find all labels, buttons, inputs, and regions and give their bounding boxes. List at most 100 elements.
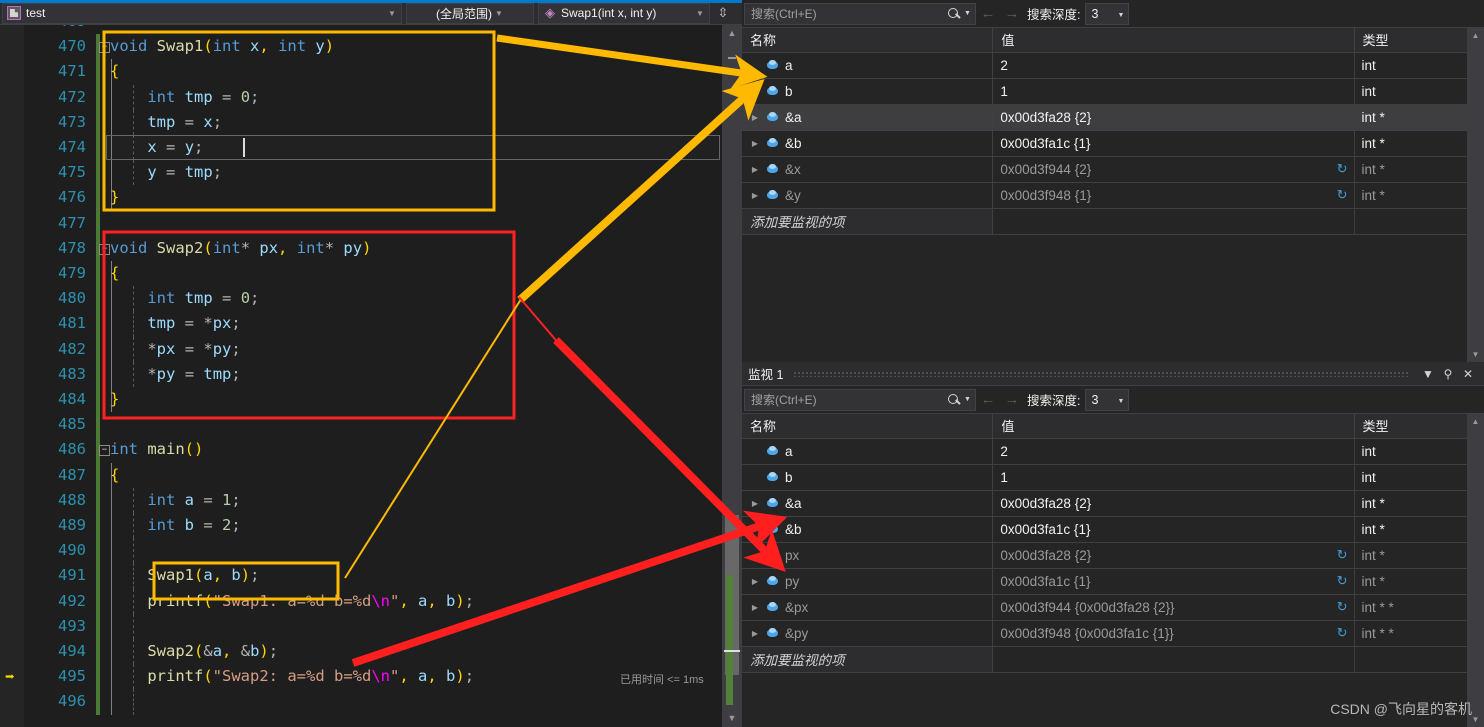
code-line[interactable]: 490: [0, 538, 742, 564]
editor-vertical-scrollbar[interactable]: ▲ ▼: [722, 25, 742, 727]
code-line[interactable]: 482 *px = *py;: [0, 336, 742, 362]
expand-arrow-icon[interactable]: ▶: [748, 191, 762, 200]
collapse-toggle-icon[interactable]: −: [99, 42, 110, 54]
code-line[interactable]: 472 int tmp = 0;: [0, 84, 742, 110]
chevron-down-icon[interactable]: ▼: [492, 9, 506, 18]
expand-arrow-icon[interactable]: ▶: [748, 139, 762, 148]
code-line[interactable]: 479 {: [0, 261, 742, 287]
table-row[interactable]: ▶ &y 0x00d3f948 {1} ↻ int *: [742, 182, 1484, 209]
cell-value[interactable]: 0x00d3fa28 {2}: [992, 490, 1355, 517]
refresh-icon[interactable]: ↻: [1337, 187, 1353, 203]
code-line[interactable]: 470 − void Swap1(int x, int y): [0, 34, 742, 60]
split-window-icon[interactable]: ⇳: [713, 3, 733, 24]
drag-handle[interactable]: [793, 370, 1408, 377]
refresh-icon[interactable]: ↻: [1337, 625, 1353, 641]
table-row[interactable]: ▶ &px 0x00d3f944 {0x00d3fa28 {2}} ↻ int * *: [742, 594, 1484, 621]
refresh-icon[interactable]: ↻: [1337, 599, 1353, 615]
chevron-down-icon[interactable]: ▼: [962, 10, 973, 17]
code-line[interactable]: 481 tmp = *px;: [0, 311, 742, 337]
cell-name[interactable]: px: [742, 542, 994, 569]
collapse-toggle-icon[interactable]: −: [99, 445, 110, 457]
column-header-name[interactable]: 名称: [742, 414, 994, 439]
cell-name[interactable]: ▶ &x: [742, 156, 994, 183]
arrow-right-icon[interactable]: →: [1000, 5, 1024, 22]
code-line[interactable]: 492 printf("Swap1: a=%d b=%d\n", a, b);: [0, 588, 742, 614]
column-header-value[interactable]: 值: [992, 414, 1355, 439]
watch-top-scrollbar[interactable]: ▲ ▼: [1467, 28, 1484, 362]
cell-name[interactable]: ▶ &y: [742, 182, 994, 209]
search-depth-selector[interactable]: 3 ▼: [1085, 388, 1130, 411]
cell-value[interactable]: 0x00d3fa1c {1}: [992, 516, 1355, 543]
chevron-down-icon[interactable]: ▼: [693, 9, 707, 18]
code-line[interactable]: 473 tmp = x;: [0, 109, 742, 135]
cell-value[interactable]: 0x00d3fa28 {2}: [992, 104, 1355, 131]
cell-name[interactable]: ▶ &b: [742, 516, 994, 543]
add-watch-name-cell[interactable]: 添加要监视的项: [742, 646, 994, 673]
search-depth-selector[interactable]: 3 ▼: [1085, 2, 1130, 25]
table-row[interactable]: a 2 int: [742, 52, 1484, 79]
column-header-name[interactable]: 名称: [742, 28, 994, 53]
cell-value[interactable]: 0x00d3f944 {2} ↻: [992, 156, 1355, 183]
code-line[interactable]: 478 − void Swap2(int* px, int* py): [0, 235, 742, 261]
table-row[interactable]: ▶ &a 0x00d3fa28 {2} int *: [742, 490, 1484, 517]
code-line[interactable]: 494 Swap2(&a, &b);: [0, 639, 742, 665]
refresh-icon[interactable]: ↻: [1337, 547, 1353, 563]
table-row[interactable]: b 1 int: [742, 464, 1484, 491]
code-line[interactable]: 488 int a = 1;: [0, 487, 742, 513]
cell-value[interactable]: 1: [992, 464, 1355, 491]
cell-name[interactable]: a: [742, 438, 994, 465]
search-input[interactable]: [751, 6, 946, 21]
code-line[interactable]: 496: [0, 689, 742, 715]
expand-arrow-icon[interactable]: ▶: [748, 525, 762, 534]
code-line[interactable]: 483 *py = tmp;: [0, 361, 742, 387]
cell-value[interactable]: 0x00d3fa1c {1}: [992, 130, 1355, 157]
close-icon[interactable]: ✕: [1458, 367, 1478, 381]
table-row[interactable]: px 0x00d3fa28 {2} ↻ int *: [742, 542, 1484, 569]
cell-value[interactable]: 0x00d3f944 {0x00d3fa28 {2}} ↻: [992, 594, 1355, 621]
cell-name[interactable]: a: [742, 52, 994, 79]
watch-bottom-scrollbar[interactable]: ▲ ▼: [1467, 414, 1484, 727]
expand-arrow-icon[interactable]: ▶: [748, 113, 762, 122]
code-line[interactable]: 480 int tmp = 0;: [0, 286, 742, 312]
code-line[interactable]: 469: [0, 25, 742, 34]
code-line[interactable]: 477: [0, 210, 742, 236]
arrow-right-icon[interactable]: →: [1000, 391, 1024, 408]
table-row[interactable]: ▶ &b 0x00d3fa1c {1} int *: [742, 130, 1484, 157]
table-row[interactable]: ▶ &a 0x00d3fa28 {2} int *: [742, 104, 1484, 131]
table-row[interactable]: ▶ py 0x00d3fa1c {1} ↻ int *: [742, 568, 1484, 595]
code-text-area[interactable]: 469470−void Swap1(int x, int y)471{472 i…: [0, 25, 742, 727]
table-row[interactable]: ▶ &x 0x00d3f944 {2} ↻ int *: [742, 156, 1484, 183]
table-row[interactable]: b 1 int: [742, 78, 1484, 105]
chevron-down-icon[interactable]: ▼: [1118, 398, 1125, 405]
cell-value[interactable]: 2: [992, 52, 1355, 79]
code-line[interactable]: 484}: [0, 387, 742, 413]
function-selector[interactable]: ◈ Swap1(int x, int y) ▼: [538, 2, 710, 24]
scroll-down-icon[interactable]: ▼: [1467, 347, 1484, 362]
column-header-value[interactable]: 值: [992, 28, 1355, 53]
cell-name[interactable]: ▶ &a: [742, 490, 994, 517]
code-line[interactable]: 471 {: [0, 59, 742, 85]
cell-value[interactable]: 0x00d3fa1c {1} ↻: [992, 568, 1355, 595]
code-line[interactable]: 487 {: [0, 462, 742, 488]
collapse-toggle-icon[interactable]: −: [99, 243, 110, 255]
scroll-up-icon[interactable]: ▲: [1467, 28, 1484, 43]
code-line[interactable]: 475 y = tmp;: [0, 160, 742, 186]
scroll-up-icon[interactable]: ▲: [1467, 414, 1484, 429]
chevron-down-icon[interactable]: ▼: [962, 396, 973, 403]
code-line[interactable]: 493: [0, 613, 742, 639]
cell-name[interactable]: ▶ &a: [742, 104, 994, 131]
column-header-type[interactable]: 类型: [1354, 28, 1484, 53]
add-watch-row[interactable]: 添加要监视的项: [742, 208, 1484, 235]
code-line[interactable]: 491 Swap1(a, b);: [0, 563, 742, 589]
cell-value[interactable]: 2: [992, 438, 1355, 465]
search-icon[interactable]: [946, 6, 962, 22]
table-row[interactable]: ▶ &b 0x00d3fa1c {1} int *: [742, 516, 1484, 543]
search-input[interactable]: [751, 392, 946, 407]
project-selector[interactable]: test ▼: [2, 2, 402, 24]
refresh-icon[interactable]: ↻: [1337, 573, 1353, 589]
chevron-down-icon[interactable]: ▼: [1418, 367, 1438, 381]
code-line[interactable]: 489 int b = 2;: [0, 513, 742, 539]
arrow-left-icon[interactable]: ←: [976, 5, 1000, 22]
scroll-down-icon[interactable]: ▼: [722, 710, 742, 727]
cell-name[interactable]: b: [742, 464, 994, 491]
